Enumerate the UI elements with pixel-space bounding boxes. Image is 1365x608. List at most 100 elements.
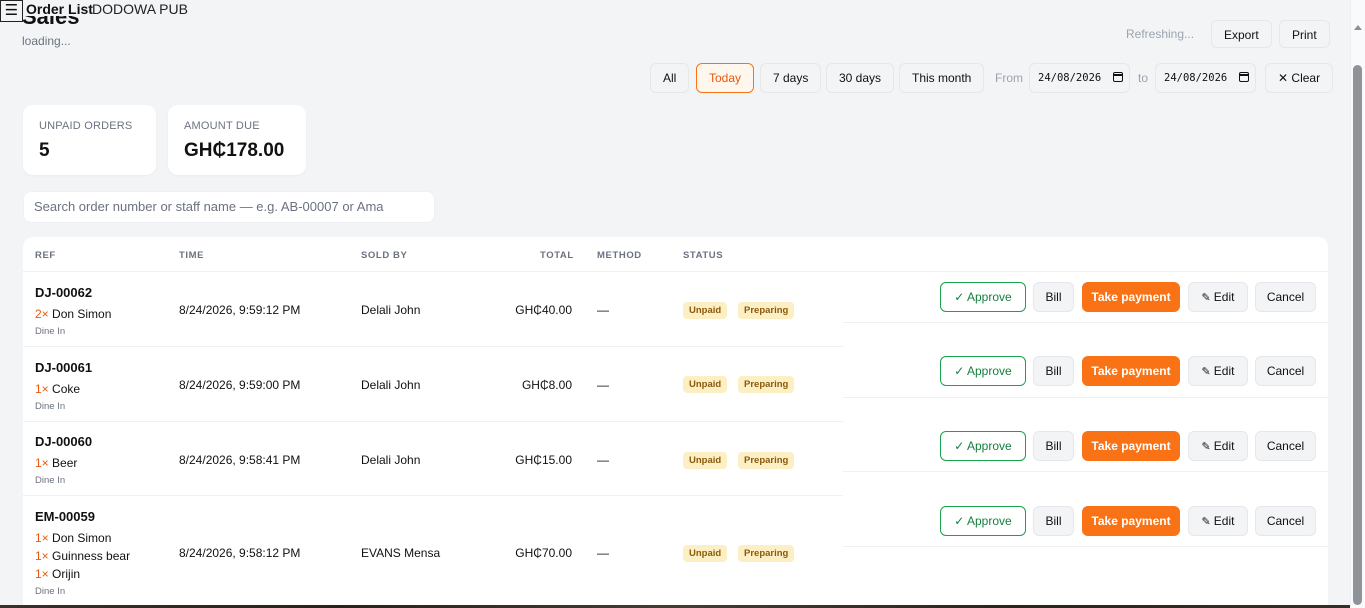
order-ref[interactable]: EM-00059	[35, 509, 95, 524]
column-header-method[interactable]: METHOD	[597, 250, 642, 261]
order-total: GH₵70.00	[515, 546, 572, 560]
order-type: Dine In	[35, 586, 66, 597]
order-total: GH₵15.00	[515, 453, 572, 467]
cancel-button[interactable]: Cancel	[1255, 356, 1316, 386]
take-payment-button[interactable]: Take payment	[1082, 282, 1180, 312]
amount-due-label: AMOUNT DUE	[184, 120, 260, 132]
table-row[interactable]: DJ-00062 2× Don Simon Dine In 8/24/2026,…	[23, 272, 1328, 347]
approve-button[interactable]: ✓ Approve	[940, 282, 1026, 312]
edit-button[interactable]: ✎ Edit	[1188, 506, 1248, 536]
store-name: DODOWA PUB	[92, 1, 188, 17]
refreshing-status: Refreshing...	[1126, 27, 1195, 41]
scrollbar-thumb[interactable]	[1353, 65, 1362, 605]
row-divider	[843, 322, 1328, 323]
pencil-icon: ✎	[1201, 292, 1211, 304]
item-name: Orijin	[52, 567, 81, 581]
item-name: Don Simon	[52, 307, 112, 321]
order-item: 1× Don Simon	[35, 531, 111, 545]
approve-button[interactable]: ✓ Approve	[940, 506, 1026, 536]
order-item: 1× Coke	[35, 382, 80, 396]
filter-7-days-button[interactable]: 7 days	[760, 63, 822, 93]
clear-label: Clear	[1291, 71, 1321, 85]
order-status-badge: Preparing	[738, 452, 795, 469]
item-name: Coke	[52, 382, 81, 396]
column-header-sold-by[interactable]: SOLD BY	[361, 250, 407, 261]
table-row[interactable]: EM-00059 1× Don Simon 1× Guinness bear 1…	[23, 496, 1328, 608]
order-item: 1× Guinness bear	[35, 549, 130, 563]
payment-status-badge: Unpaid	[683, 452, 728, 469]
order-sold-by: Delali John	[361, 453, 421, 467]
order-sold-by: Delali John	[361, 303, 421, 317]
take-payment-button[interactable]: Take payment	[1082, 431, 1180, 461]
order-ref[interactable]: DJ-00061	[35, 360, 92, 375]
order-time: 8/24/2026, 9:59:00 PM	[179, 378, 301, 392]
order-type: Dine In	[35, 401, 66, 412]
table-row[interactable]: DJ-00061 1× Coke Dine In 8/24/2026, 9:59…	[23, 347, 1328, 422]
cancel-button[interactable]: Cancel	[1255, 431, 1316, 461]
menu-icon[interactable]: ☰	[0, 0, 23, 22]
cancel-button[interactable]: Cancel	[1255, 282, 1316, 312]
order-item: 1× Orijin	[35, 567, 80, 581]
column-header-status[interactable]: STATUS	[683, 250, 723, 261]
filter-today-button[interactable]: Today	[696, 63, 755, 93]
from-date-value: 24/08/2026	[1038, 72, 1102, 84]
order-time: 8/24/2026, 9:58:41 PM	[179, 453, 301, 467]
clear-button[interactable]: ✕ Clear	[1265, 63, 1334, 93]
column-header-time[interactable]: TIME	[179, 250, 204, 261]
to-date-input[interactable]: 24/08/2026	[1155, 63, 1256, 93]
loading-status: loading...	[22, 34, 71, 48]
print-button[interactable]: Print	[1279, 20, 1330, 48]
order-status-badge: Preparing	[738, 376, 795, 393]
item-name: Don Simon	[52, 531, 112, 545]
order-status-badge: Preparing	[738, 545, 795, 562]
pencil-icon: ✎	[1201, 366, 1211, 378]
approve-button[interactable]: ✓ Approve	[940, 431, 1026, 461]
filter-30-days-button[interactable]: 30 days	[826, 63, 895, 93]
to-label: to	[1138, 71, 1149, 85]
unpaid-orders-card: UNPAID ORDERS 5	[23, 105, 156, 175]
unpaid-orders-value: 5	[39, 140, 50, 161]
bill-button[interactable]: Bill	[1033, 431, 1074, 461]
bill-button[interactable]: Bill	[1033, 506, 1074, 536]
unpaid-orders-label: UNPAID ORDERS	[39, 120, 133, 132]
table-row[interactable]: DJ-00060 1× Beer Dine In 8/24/2026, 9:58…	[23, 422, 1328, 496]
edit-label: Edit	[1213, 514, 1235, 528]
bill-button[interactable]: Bill	[1033, 282, 1074, 312]
order-ref[interactable]: DJ-00062	[35, 285, 92, 300]
scrollbar[interactable]	[1350, 0, 1365, 608]
filter-this-month-button[interactable]: This month	[899, 63, 985, 93]
search-input[interactable]: Search order number or staff name — e.g.…	[23, 191, 435, 223]
item-qty: 1×	[35, 456, 49, 470]
item-qty: 1×	[35, 567, 49, 581]
payment-status-badge: Unpaid	[683, 376, 728, 393]
edit-button[interactable]: ✎ Edit	[1188, 356, 1248, 386]
order-type: Dine In	[35, 326, 66, 337]
scroll-up-icon[interactable]	[1354, 25, 1362, 30]
order-total: GH₵40.00	[515, 303, 572, 317]
item-qty: 2×	[35, 307, 49, 321]
approve-button[interactable]: ✓ Approve	[940, 356, 1026, 386]
edit-button[interactable]: ✎ Edit	[1188, 431, 1248, 461]
order-type: Dine In	[35, 475, 66, 486]
calendar-icon[interactable]	[1239, 72, 1249, 82]
order-method: —	[597, 378, 609, 392]
item-name: Beer	[52, 456, 78, 470]
order-item: 2× Don Simon	[35, 307, 111, 321]
order-method: —	[597, 303, 609, 317]
take-payment-button[interactable]: Take payment	[1082, 356, 1180, 386]
column-header-ref[interactable]: REF	[35, 250, 56, 261]
order-method: —	[597, 453, 609, 467]
edit-button[interactable]: ✎ Edit	[1188, 282, 1248, 312]
export-button[interactable]: Export	[1211, 20, 1272, 48]
take-payment-button[interactable]: Take payment	[1082, 506, 1180, 536]
bill-button[interactable]: Bill	[1033, 356, 1074, 386]
cancel-button[interactable]: Cancel	[1255, 506, 1316, 536]
from-date-input[interactable]: 24/08/2026	[1029, 63, 1130, 93]
column-header-total[interactable]: TOTAL	[540, 250, 574, 261]
calendar-icon[interactable]	[1113, 72, 1123, 82]
order-ref[interactable]: DJ-00060	[35, 434, 92, 449]
edit-label: Edit	[1213, 290, 1235, 304]
order-sold-by: EVANS Mensa	[361, 546, 441, 560]
item-qty: 1×	[35, 382, 49, 396]
filter-all-button[interactable]: All	[650, 63, 690, 93]
